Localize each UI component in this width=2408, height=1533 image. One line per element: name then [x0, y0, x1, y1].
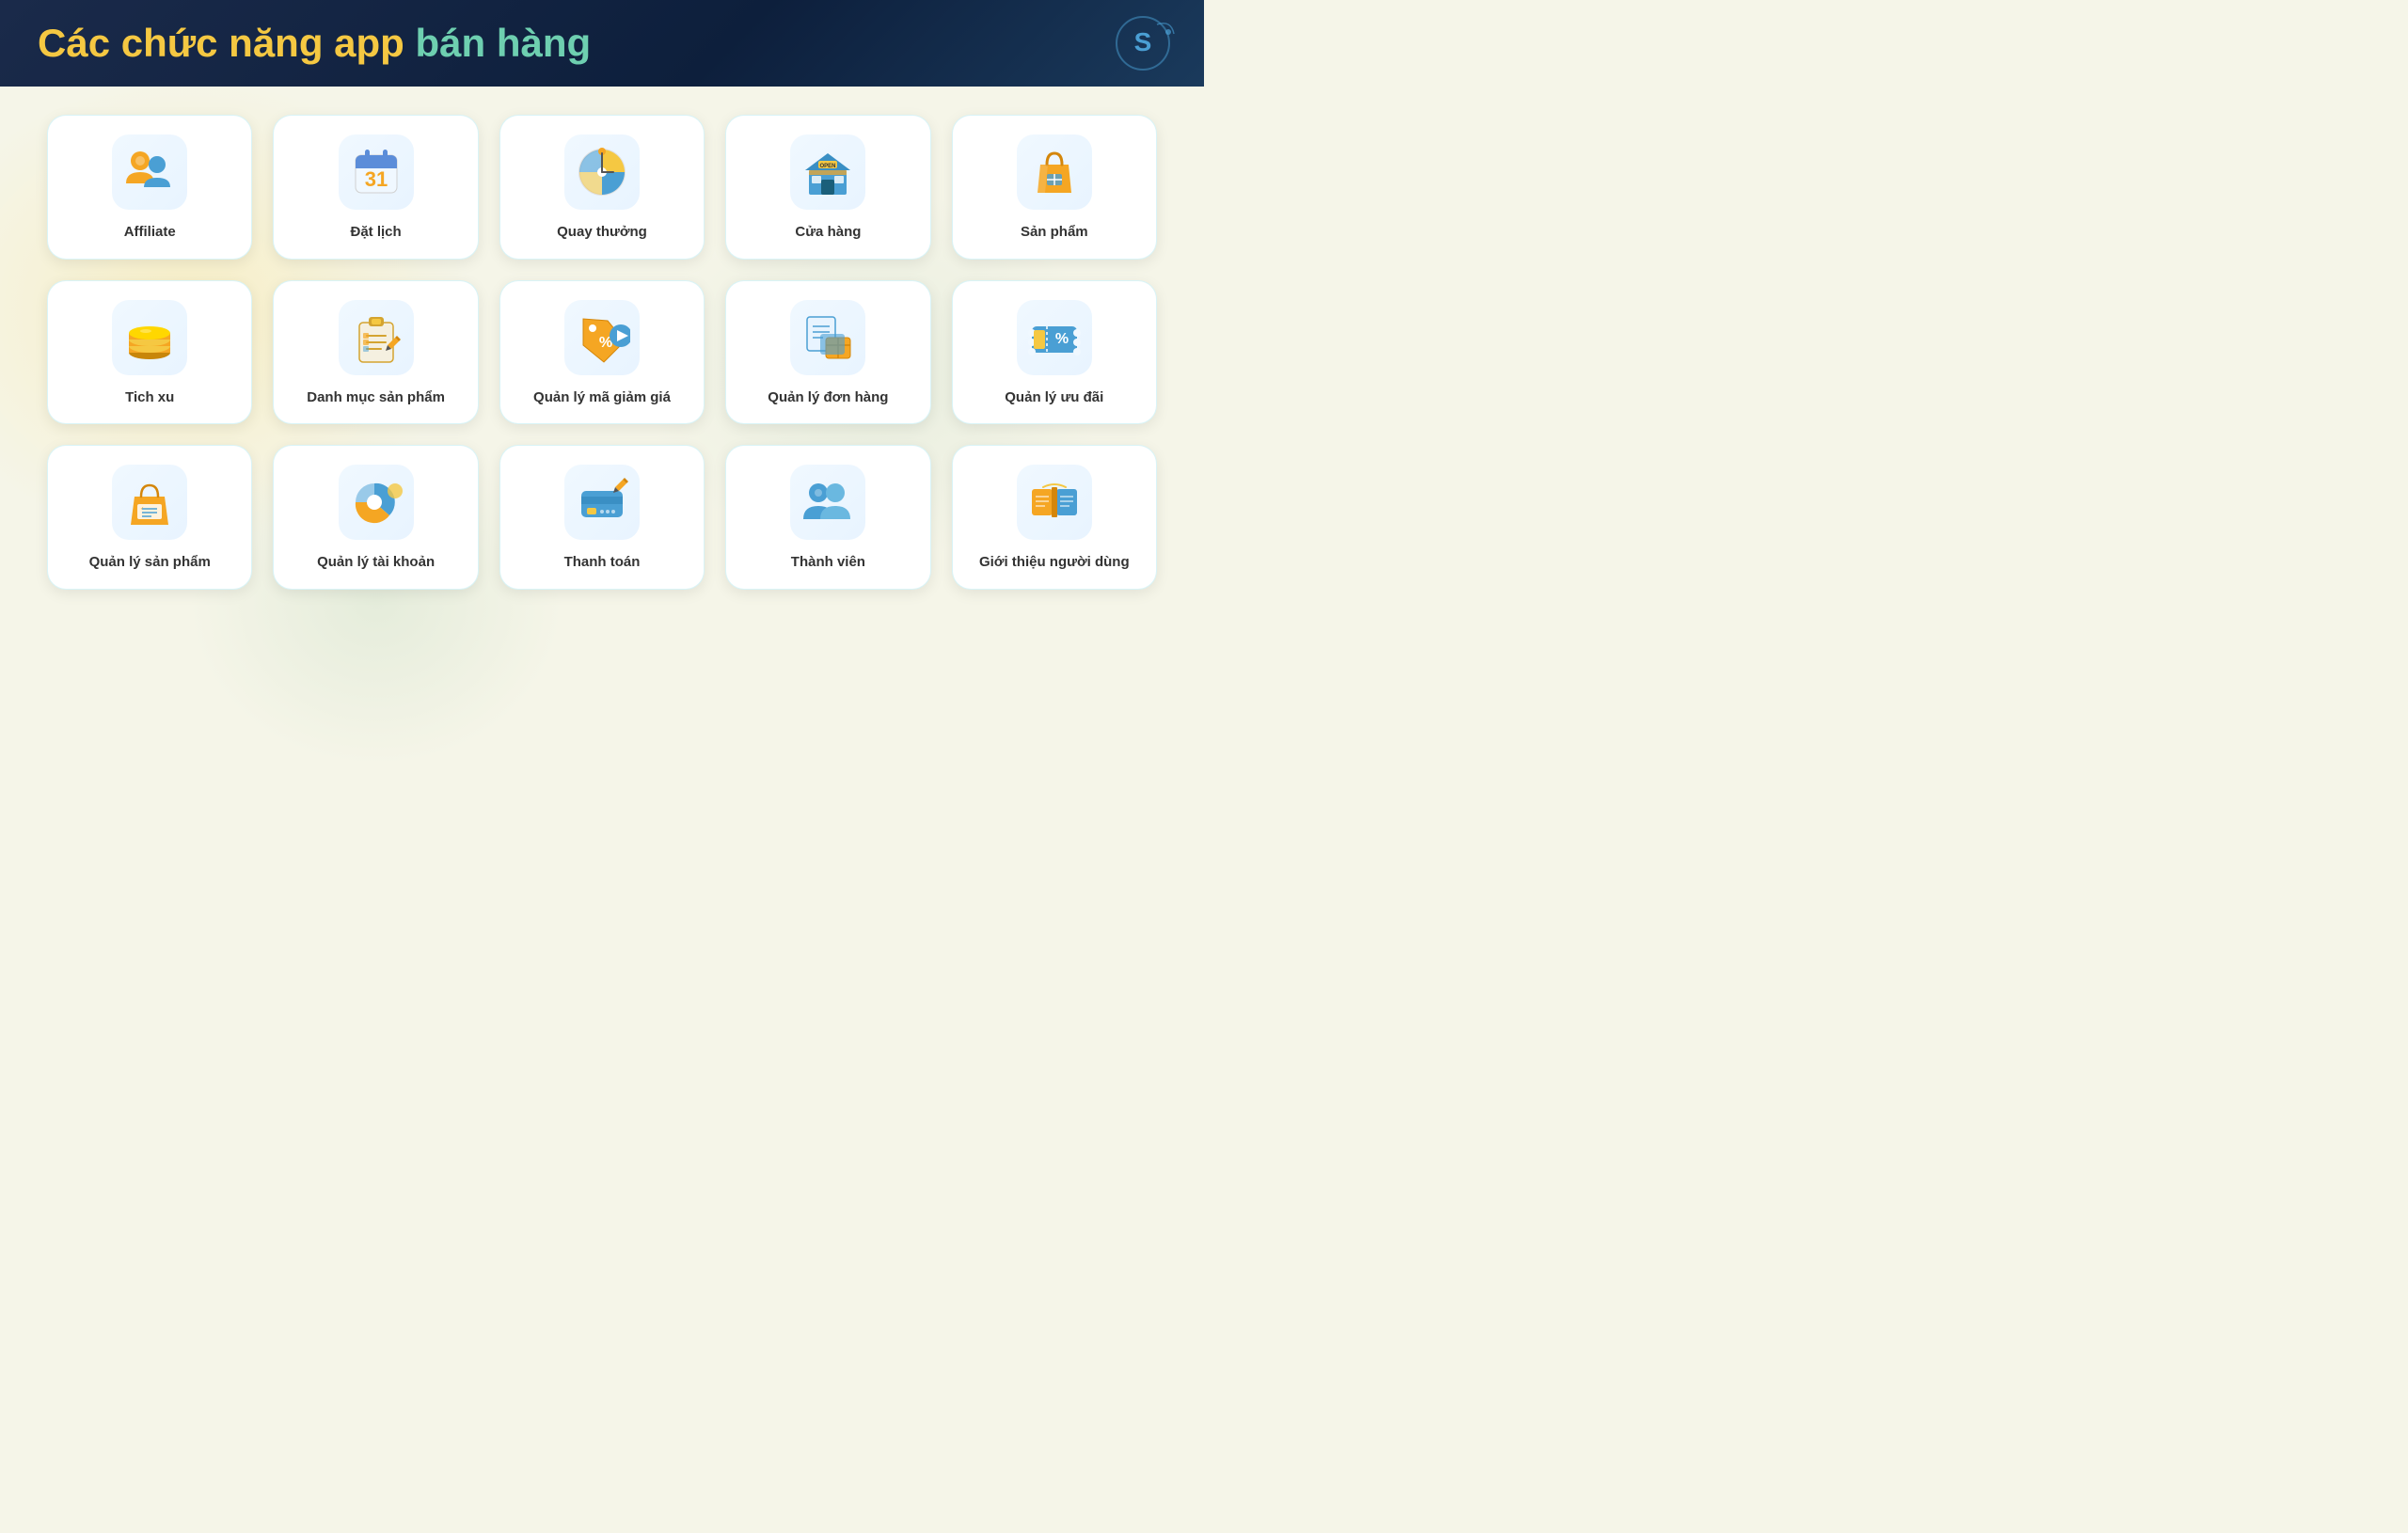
card-quay-thuong[interactable]: Quay thưởng: [499, 115, 705, 260]
icon-quay-thuong: [564, 134, 640, 210]
label-danh-muc-san-pham: Danh mục sản phẩm: [307, 388, 445, 407]
svg-text:✓: ✓: [140, 506, 144, 512]
icon-quan-ly-san-pham: ✓: [112, 465, 187, 540]
icon-quan-ly-uu-dai: %: [1017, 300, 1092, 375]
label-cua-hang: Cửa hàng: [795, 223, 861, 242]
card-quan-ly-ma-giam-gia[interactable]: % Quản lý mã giảm giá: [499, 280, 705, 425]
label-thanh-toan: Thanh toán: [564, 553, 641, 572]
header: Các chức năng app bán hàng S: [0, 0, 1204, 87]
card-quan-ly-tai-khoan[interactable]: Quản lý tài khoản: [273, 445, 478, 590]
label-tich-xu: Tich xu: [125, 388, 174, 407]
icon-thanh-vien: [790, 465, 865, 540]
title-part2: bán hàng: [416, 21, 592, 65]
card-quan-ly-uu-dai[interactable]: % Quản lý ưu đãi: [952, 280, 1157, 425]
title-part1: Các chức năng app: [38, 21, 416, 65]
label-san-pham: Sản phẩm: [1021, 223, 1088, 242]
features-grid: Affiliate 31 Đặt lịch Quay thưởng: [47, 115, 1157, 590]
icon-quan-ly-ma-giam-gia: %: [564, 300, 640, 375]
svg-text:S: S: [1134, 27, 1152, 56]
card-thanh-vien[interactable]: Thành viên: [725, 445, 930, 590]
svg-text:31: 31: [364, 167, 387, 191]
card-danh-muc-san-pham[interactable]: Danh mục sản phẩm: [273, 280, 478, 425]
icon-tich-xu: [112, 300, 187, 375]
label-dat-lich: Đặt lịch: [351, 223, 402, 242]
card-affiliate[interactable]: Affiliate: [47, 115, 252, 260]
icon-gioi-thieu-nguoi-dung: [1017, 465, 1092, 540]
card-thanh-toan[interactable]: Thanh toán: [499, 445, 705, 590]
card-dat-lich[interactable]: 31 Đặt lịch: [273, 115, 478, 260]
card-cua-hang[interactable]: OPEN Cửa hàng: [725, 115, 930, 260]
label-quan-ly-tai-khoan: Quản lý tài khoản: [317, 553, 435, 572]
svg-text:OPEN: OPEN: [820, 164, 836, 169]
content-area: Affiliate 31 Đặt lịch Quay thưởng: [0, 87, 1204, 608]
label-quan-ly-don-hang: Quản lý đơn hàng: [768, 388, 888, 407]
label-affiliate: Affiliate: [124, 223, 176, 242]
page-title: Các chức năng app bán hàng: [38, 44, 591, 60]
label-thanh-vien: Thành viên: [791, 553, 865, 572]
logo: S: [1110, 15, 1176, 71]
card-san-pham[interactable]: Sản phẩm: [952, 115, 1157, 260]
label-gioi-thieu-nguoi-dung: Giới thiệu người dùng: [979, 553, 1130, 572]
icon-cua-hang: OPEN: [790, 134, 865, 210]
icon-affiliate: [112, 134, 187, 210]
card-tich-xu[interactable]: Tich xu: [47, 280, 252, 425]
icon-san-pham: [1017, 134, 1092, 210]
label-quay-thuong: Quay thưởng: [557, 223, 647, 242]
icon-thanh-toan: [564, 465, 640, 540]
card-quan-ly-san-pham[interactable]: ✓ Quản lý sản phẩm: [47, 445, 252, 590]
label-quan-ly-ma-giam-gia: Quản lý mã giảm giá: [533, 388, 671, 407]
icon-quan-ly-tai-khoan: [339, 465, 414, 540]
icon-danh-muc-san-pham: [339, 300, 414, 375]
label-quan-ly-san-pham: Quản lý sản phẩm: [89, 553, 211, 572]
card-gioi-thieu-nguoi-dung[interactable]: Giới thiệu người dùng: [952, 445, 1157, 590]
icon-quan-ly-don-hang: [790, 300, 865, 375]
icon-dat-lich: 31: [339, 134, 414, 210]
card-quan-ly-don-hang[interactable]: Quản lý đơn hàng: [725, 280, 930, 425]
label-quan-ly-uu-dai: Quản lý ưu đãi: [1005, 388, 1103, 407]
svg-text:%: %: [1055, 331, 1069, 347]
